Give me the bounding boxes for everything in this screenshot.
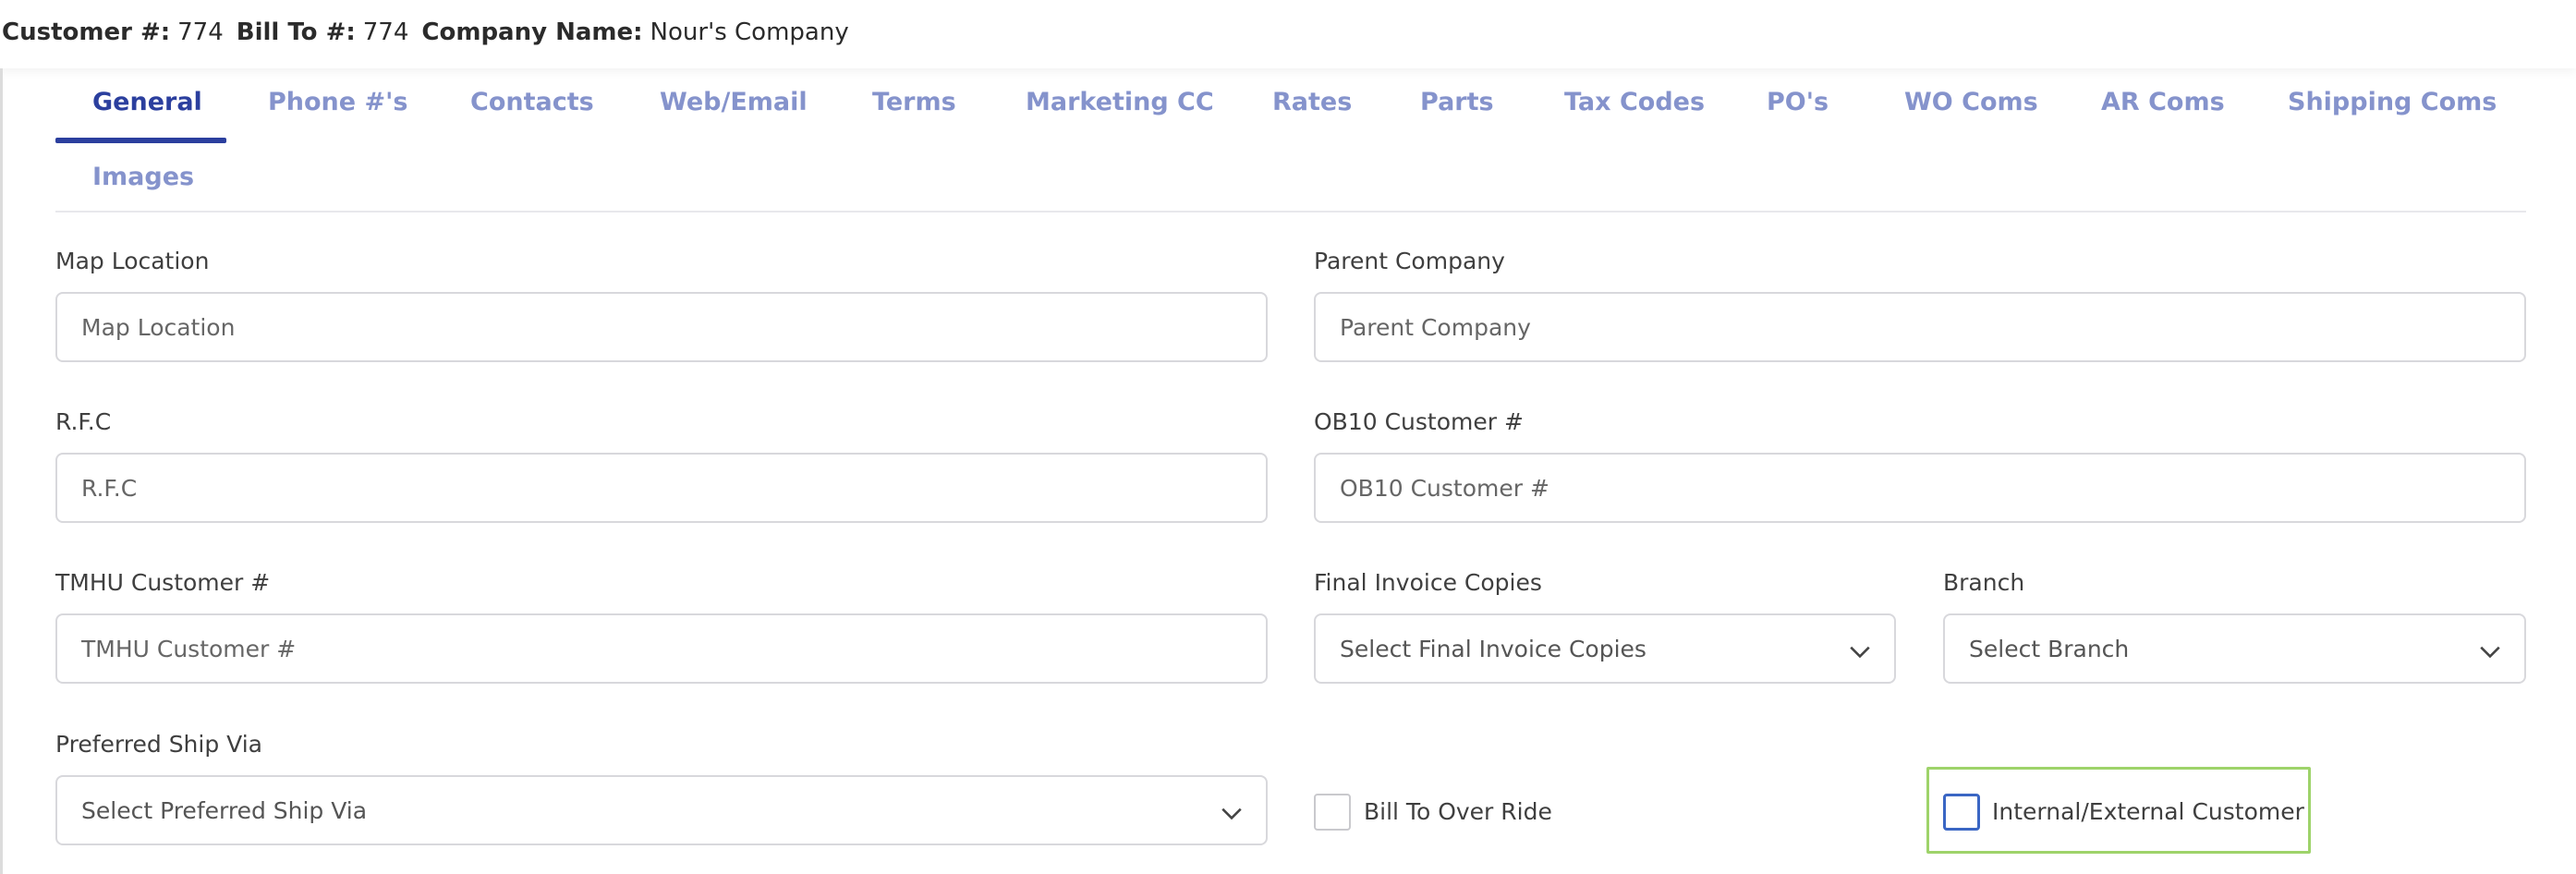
tab-marketing-cc[interactable]: Marketing CC [1026,88,1214,116]
tmhu-customer-input[interactable] [57,615,1266,682]
parent-company-label: Parent Company [1314,248,1505,274]
customer-summary: Customer #: 774 Bill To #: 774 Company Name:… [2,18,862,46]
parent-company-input[interactable] [1316,294,2524,360]
tab-pos[interactable]: PO's [1767,88,1829,116]
preferred-ship-via-label: Preferred Ship Via [55,731,262,758]
tab-parts[interactable]: Parts [1420,88,1494,116]
bill-to-label: Bill To #: [236,18,356,46]
tab-rates[interactable]: Rates [1272,88,1352,116]
tab-shipping-coms[interactable]: Shipping Coms [2288,88,2497,116]
tab-images[interactable]: Images [92,163,194,191]
final-invoice-copies-label: Final Invoice Copies [1314,569,1542,596]
rfc-input[interactable] [57,455,1266,521]
chevron-down-icon [1221,807,1242,820]
final-invoice-copies-value: Select Final Invoice Copies [1340,636,1646,662]
branch-value: Select Branch [1969,636,2130,662]
rfc-label: R.F.C [55,408,112,435]
content-left-border [0,68,3,874]
tab-tax-codes[interactable]: Tax Codes [1564,88,1705,116]
tab-ar-coms[interactable]: AR Coms [2101,88,2225,116]
tab-wo-coms[interactable]: WO Coms [1904,88,2038,116]
company-name-label: Company Name: [421,18,643,46]
map-location-field [55,292,1268,362]
ob10-customer-field [1314,453,2526,523]
rfc-field [55,453,1268,523]
tmhu-customer-label: TMHU Customer # [55,569,271,596]
ob10-customer-label: OB10 Customer # [1314,408,1524,435]
bill-to-over-ride-checkbox[interactable] [1314,794,1351,831]
tab-terms[interactable]: Terms [872,88,956,116]
customer-number-value: 774 [177,18,224,46]
tab-web-email[interactable]: Web/Email [660,88,808,116]
tab-phone-numbers[interactable]: Phone #'s [268,88,407,116]
branch-select[interactable]: Select Branch [1943,613,2526,684]
final-invoice-copies-select[interactable]: Select Final Invoice Copies [1314,613,1896,684]
company-name-value: Nour's Company [650,18,849,46]
tab-general[interactable]: General [92,88,202,116]
parent-company-field [1314,292,2526,362]
customer-number-label: Customer #: [2,18,171,46]
tab-contacts[interactable]: Contacts [470,88,594,116]
bill-to-value: 774 [362,18,409,46]
internal-external-customer-label: Internal/External Customer [1992,798,2304,825]
preferred-ship-via-value: Select Preferred Ship Via [81,797,368,824]
chevron-down-icon [1850,646,1870,659]
preferred-ship-via-select[interactable]: Select Preferred Ship Via [55,775,1268,845]
internal-external-customer-checkbox[interactable] [1943,794,1980,831]
customer-header: Customer #: 774 Bill To #: 774 Company Name:… [0,0,2576,68]
map-location-label: Map Location [55,248,210,274]
customer-edit-page: Customer #: 774 Bill To #: 774 Company Name:… [0,0,2576,874]
bill-to-over-ride-label: Bill To Over Ride [1364,798,1552,825]
map-location-input[interactable] [57,294,1266,360]
chevron-down-icon [2480,646,2500,659]
active-tab-indicator [55,138,226,143]
tmhu-customer-field [55,613,1268,684]
branch-label: Branch [1943,569,2025,596]
ob10-customer-input[interactable] [1316,455,2524,521]
